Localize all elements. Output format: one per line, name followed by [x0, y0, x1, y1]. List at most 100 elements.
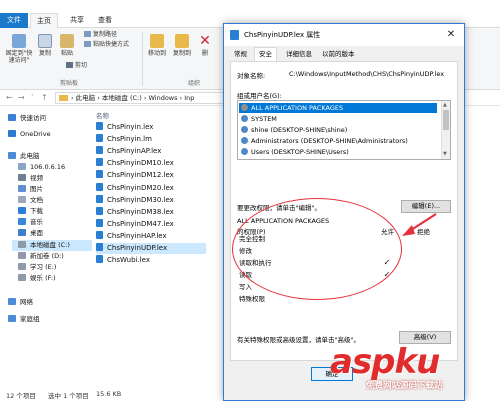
- navigation-pane: 快速访问 OneDrive 此电脑 106.0.6.16 视频 图片 文档 下载音乐 桌面本地磁…: [0, 107, 92, 377]
- group-list-label: 组或用户名(G):: [237, 92, 282, 100]
- nav-item[interactable]: 网络: [8, 297, 33, 308]
- copy-path-button[interactable]: 复制路径: [84, 31, 117, 39]
- scroll-down-icon[interactable]: ▼: [443, 151, 447, 157]
- file-row[interactable]: ChsPinyinDM47.lex: [96, 218, 174, 230]
- file-row[interactable]: ChsPinyinDM20.lex: [96, 182, 174, 194]
- organize-group-label: 组织: [188, 80, 201, 87]
- forward-arrow-icon[interactable]: →: [18, 93, 25, 102]
- paste-button[interactable]: 粘贴: [58, 34, 76, 57]
- nav-item[interactable]: 此电脑: [8, 151, 40, 162]
- annotation-arrow-icon: [402, 213, 437, 236]
- dialog-titlebar[interactable]: ChsPinyinUDP.lex 属性 ✕: [224, 24, 464, 46]
- watermark-subtitle: 免费网站源码下载站: [366, 381, 443, 391]
- file-icon: [96, 243, 103, 251]
- scroll-up-icon[interactable]: ▲: [443, 102, 447, 108]
- back-arrow-icon[interactable]: ←: [6, 93, 13, 102]
- nav-item[interactable]: 文档: [18, 195, 43, 206]
- copy-folder-icon: [175, 34, 189, 48]
- nav-item[interactable]: OneDrive: [8, 129, 51, 140]
- nav-item-label: 新加卷 (D:): [30, 252, 64, 260]
- tab-home[interactable]: 主页: [30, 13, 58, 28]
- group-list-item[interactable]: Users (DESKTOP-SHINE\Users): [241, 147, 349, 157]
- group-list-item[interactable]: shine (DESKTOP-SHINE\shine): [241, 125, 347, 135]
- file-row[interactable]: ChsPinyin.lm: [96, 134, 152, 145]
- file-icon: [96, 170, 103, 179]
- clipboard-group-label: 剪贴板: [60, 80, 79, 87]
- group-list-item[interactable]: Administrators (DESKTOP-SHINE\Administra…: [241, 136, 408, 146]
- tab-general[interactable]: 常规: [230, 48, 251, 61]
- tab-previous-versions[interactable]: 以前的版本: [318, 48, 359, 61]
- breadcrumb: › 此电脑 › 本地磁盘 (C:) › Windows › Inp: [71, 94, 195, 102]
- nav-item-icon: [8, 315, 16, 322]
- pin-quick-access-button[interactable]: 固定到"快 速访问": [4, 34, 34, 64]
- copy-icon: [38, 34, 52, 48]
- column-header-name[interactable]: 名称: [96, 110, 109, 120]
- address-input[interactable]: › 此电脑 › 本地磁盘 (C:) › Windows › Inp: [55, 92, 230, 104]
- tab-security[interactable]: 安全: [254, 47, 277, 61]
- nav-item[interactable]: 106.0.6.16: [18, 162, 65, 173]
- file-row[interactable]: ChsPinyinDM12.lex: [96, 170, 174, 181]
- nav-item[interactable]: 学习 (E:): [18, 262, 56, 273]
- group-user-list[interactable]: ALL APPLICATION PACKAGES SYSTEM shine (DES…: [237, 100, 451, 160]
- file-name: ChsPinyinDM12.lex: [107, 171, 174, 180]
- group-list-item[interactable]: ALL APPLICATION PACKAGES: [239, 103, 437, 113]
- user-icon: [241, 126, 248, 133]
- tab-view[interactable]: 查看: [92, 13, 118, 28]
- file-row[interactable]: ChsPinyinUDP.lex: [96, 243, 206, 254]
- file-icon: [96, 218, 103, 227]
- nav-item-icon: [8, 298, 16, 305]
- cut-button[interactable]: 剪切: [66, 62, 87, 70]
- nav-item[interactable]: 图片: [18, 184, 43, 195]
- file-name: ChsPinyinDM10.lex: [107, 159, 174, 168]
- copy-button[interactable]: 复制: [36, 34, 54, 57]
- file-row[interactable]: ChsPinyinDM10.lex: [96, 158, 174, 169]
- nav-item[interactable]: 下载: [18, 206, 43, 217]
- file-name: ChsPinyin.lm: [107, 135, 152, 144]
- nav-item-label: 下载: [30, 207, 43, 215]
- nav-item[interactable]: 娱乐 (F:): [18, 273, 56, 284]
- copy-to-button[interactable]: 复制到: [171, 34, 193, 57]
- nav-item[interactable]: 快速访问: [8, 113, 46, 124]
- tab-details[interactable]: 详细信息: [282, 48, 316, 61]
- tab-share[interactable]: 共享: [64, 13, 90, 28]
- copy-to-label: 复制到: [172, 50, 191, 57]
- up-arrow-icon[interactable]: ↑: [41, 93, 48, 102]
- recent-chevron-icon[interactable]: ˅: [31, 94, 34, 101]
- file-row[interactable]: ChsPinyinDM38.lex: [96, 206, 174, 218]
- user-icon: [241, 115, 248, 122]
- annotation-ellipse: [232, 198, 402, 300]
- group-list-item[interactable]: SYSTEM: [241, 114, 277, 124]
- nav-item-label: 桌面: [30, 229, 43, 237]
- nav-item[interactable]: 新加卷 (D:): [18, 251, 64, 262]
- nav-item-label: 家庭组: [20, 315, 40, 323]
- scroll-thumb[interactable]: [443, 110, 449, 130]
- nav-item[interactable]: 视频: [18, 173, 43, 184]
- nav-item[interactable]: 本地磁盘 (C:): [12, 240, 92, 251]
- file-row[interactable]: ChsPinyinHAP.lex: [96, 230, 167, 242]
- file-row[interactable]: ChsPinyinAP.lex: [96, 146, 161, 157]
- tab-file[interactable]: 文件: [0, 13, 28, 28]
- file-row[interactable]: ChsPinyinDM30.lex: [96, 194, 174, 206]
- nav-item[interactable]: 家庭组: [8, 314, 40, 325]
- move-to-button[interactable]: 移动到: [146, 34, 168, 57]
- copy-label: 复制: [38, 50, 51, 57]
- paste-shortcut-button[interactable]: 粘贴快捷方式: [84, 41, 129, 49]
- nav-item-label: 网络: [20, 298, 33, 306]
- user-icon: [241, 137, 248, 144]
- file-row[interactable]: ChsPinyin.lex: [96, 122, 153, 133]
- close-button[interactable]: ✕: [438, 24, 464, 46]
- delete-button[interactable]: ✕ 删: [197, 34, 213, 57]
- file-row[interactable]: ChsWubi.lex: [96, 255, 150, 266]
- nav-item[interactable]: 音乐: [18, 217, 43, 228]
- user-icon: [241, 104, 248, 111]
- file-icon: [96, 230, 103, 239]
- group-list-scrollbar[interactable]: ▲ ▼: [441, 101, 450, 159]
- permission-name: 写入: [239, 283, 252, 291]
- nav-item-icon: [8, 152, 16, 159]
- file-icon: [230, 30, 239, 40]
- nav-item-icon: [18, 229, 26, 236]
- nav-item-label: 此电脑: [20, 152, 40, 160]
- pin-label: 固定到"快 速访问": [5, 50, 33, 64]
- nav-item[interactable]: 桌面: [18, 228, 43, 239]
- delete-x-icon: ✕: [199, 33, 211, 49]
